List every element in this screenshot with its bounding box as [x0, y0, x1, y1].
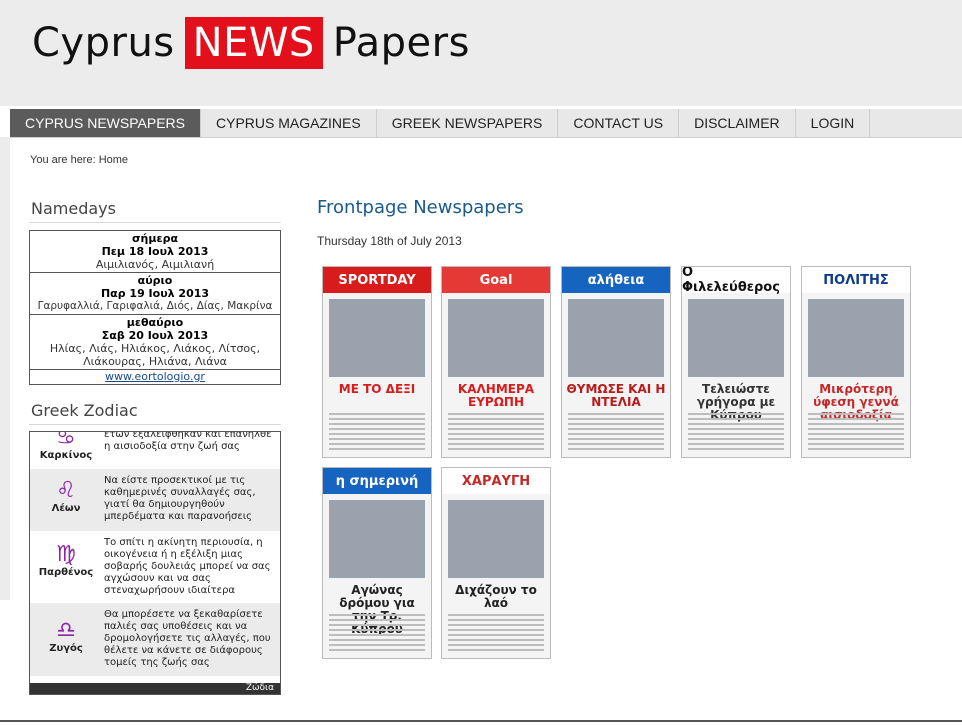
- zodiac-sign-name: Παρθένος: [38, 567, 94, 578]
- nameday-names: Γαρυφαλλιά, Γαριφαλιά, Διός, Δίας, Μακρί…: [37, 300, 273, 312]
- nameday-day-after: μεθαύριο Σαβ 20 Ιουλ 2013 Ηλίας, Λιάς, Η…: [30, 315, 280, 370]
- nav-cyprus-magazines[interactable]: CYPRUS MAGAZINES: [201, 109, 377, 137]
- leo-icon: ♌: [56, 478, 76, 503]
- newspaper-text-columns: [448, 413, 544, 453]
- zodiac-sign-name: Λέων: [51, 503, 81, 514]
- zodiac-sign-name: Ζυγός: [49, 643, 83, 654]
- zodiac-box: ♋ Καρκίνος ετών εξαλειφθήκαν και επανηλθ…: [29, 431, 281, 695]
- zodiac-sign-name: Καρκίνος: [39, 450, 93, 461]
- newspaper-photo: [448, 500, 544, 578]
- zodiac-footer-label: Ζώδια: [245, 683, 274, 693]
- nav-cyprus-newspapers[interactable]: CYPRUS NEWSPAPERS: [10, 109, 201, 137]
- logo-text-papers: Papers: [332, 20, 470, 66]
- nameday-label: σήμερα: [131, 232, 179, 245]
- nameday-date: Παρ 19 Ιουλ 2013: [100, 287, 210, 300]
- nav-greek-newspapers[interactable]: GREEK NEWSPAPERS: [377, 109, 559, 137]
- footer-rule: [0, 720, 962, 722]
- newspaper-text-columns: [688, 413, 784, 453]
- newspaper-thumbnail[interactable]: ΠΟΛΙΤΗΣΜικρότερη ύφεση γεννά αισιοδοξία: [801, 266, 911, 458]
- zodiac-footer[interactable]: Ζώδια: [30, 683, 280, 694]
- newspaper-text-columns: [568, 413, 664, 453]
- nameday-label: μεθαύριο: [126, 316, 184, 329]
- zodiac-sign: ♋ Καρκίνος: [30, 431, 102, 469]
- nav-contact-us[interactable]: CONTACT US: [558, 109, 680, 137]
- newspaper-photo: [329, 299, 425, 377]
- zodiac-sign: ♎ Ζυγός: [30, 603, 102, 676]
- newspaper-photo: [448, 299, 544, 377]
- newspaper-headline: Διχάζουν το λαό: [455, 583, 537, 610]
- logo-text-cyprus: Cyprus: [32, 20, 175, 66]
- newspaper-photo: [568, 299, 664, 377]
- newspaper-thumbnail[interactable]: Goal ΚΑΛΗΜΕΡΑ ΕΥΡΩΠΗ: [441, 266, 551, 458]
- namedays-box: σήμερα Πεμ 18 Ιουλ 2013 Αιμιλιανός, Αιμι…: [29, 230, 281, 385]
- zodiac-row-virgo[interactable]: ♍ Παρθένος Το σπίτι η ακίνητη περιουσία,…: [30, 531, 280, 603]
- newspaper-masthead: ΠΟΛΙΤΗΣ: [802, 267, 910, 293]
- breadcrumb: You are here: Home: [30, 154, 129, 166]
- newspaper-masthead: αλήθεια: [562, 267, 670, 293]
- newspaper-photo: [808, 299, 904, 377]
- namedays-title: Namedays: [31, 199, 116, 218]
- newspaper-thumbnail[interactable]: SPORTDAY ΜΕ ΤΟ ΔΕΞΙ: [322, 266, 432, 458]
- nameday-names: Αιμιλιανός, Αιμιλιανή: [95, 258, 215, 271]
- cancer-icon: ♋: [56, 431, 76, 450]
- nameday-today: σήμερα Πεμ 18 Ιουλ 2013 Αιμιλιανός, Αιμι…: [30, 231, 280, 273]
- zodiac-row-libra[interactable]: ♎ Ζυγός Θα μπορέσετε να ξεκαθαρίσετε παλ…: [30, 603, 280, 676]
- newspaper-text-columns: [808, 413, 904, 453]
- newspaper-headline: ΘΥΜΩΣΕ ΚΑΙ Η ΝΤΕΛΙΑ: [566, 382, 666, 409]
- site-header: Cyprus NEWS Papers: [0, 0, 962, 106]
- left-edge-strip: [0, 137, 10, 600]
- newspaper-text-columns: [448, 614, 544, 654]
- newspaper-masthead: η σημερινή: [323, 468, 431, 494]
- virgo-icon: ♍: [56, 542, 76, 567]
- namedays-rule: [29, 222, 281, 223]
- nav-disclaimer[interactable]: DISCLAIMER: [679, 109, 796, 137]
- newspaper-masthead: Goal: [442, 267, 550, 293]
- nameday-names: Ηλίας, Λιάς, Ηλιάκος, Λιάκος, Λίτσος, Λι…: [49, 342, 261, 368]
- zodiac-text: Θα μπορέσετε να ξεκαθαρίσετε παλιές σας …: [104, 609, 271, 668]
- newspaper-masthead: ΧΑΡΑΥΓΗ: [442, 468, 550, 494]
- newspaper-text-columns: [329, 413, 425, 453]
- page-date: Thursday 18th of July 2013: [317, 234, 462, 248]
- zodiac-rule: [29, 424, 281, 425]
- newspaper-photo: [329, 500, 425, 578]
- newspaper-thumbnail[interactable]: Ο ΦιλελεύθεροςΤελειώστε γρήγορα με Κύπρο…: [681, 266, 791, 458]
- zodiac-row-cancer[interactable]: ♋ Καρκίνος ετών εξαλειφθήκαν και επανηλθ…: [30, 431, 280, 469]
- page-title: Frontpage Newspapers: [317, 197, 524, 218]
- nameday-date: Πεμ 18 Ιουλ 2013: [101, 245, 209, 258]
- zodiac-title: Greek Zodiac: [31, 401, 138, 420]
- nav-login[interactable]: LOGIN: [796, 109, 871, 137]
- zodiac-text: Το σπίτι η ακίνητη περιουσία, η οικογένε…: [104, 537, 271, 596]
- zodiac-text: ετών εξαλειφθήκαν και επανηλθε η αισιοδο…: [104, 431, 272, 452]
- zodiac-sign: ♍ Παρθένος: [30, 531, 102, 603]
- logo-text-news: NEWS: [184, 17, 323, 69]
- newspaper-headline: ΚΑΛΗΜΕΡΑ ΕΥΡΩΠΗ: [457, 382, 535, 409]
- eortologio-link[interactable]: www.eortologio.gr: [30, 370, 280, 384]
- newspaper-masthead: SPORTDAY: [323, 267, 431, 293]
- newspaper-thumbnail[interactable]: ΧΑΡΑΥΓΗ Διχάζουν το λαό: [441, 467, 551, 659]
- newspaper-headline: ΜΕ ΤΟ ΔΕΞΙ: [338, 382, 416, 396]
- newspaper-text-columns: [329, 614, 425, 654]
- libra-icon: ♎: [56, 618, 76, 643]
- site-logo[interactable]: Cyprus NEWS Papers: [32, 17, 470, 69]
- newspaper-photo: [688, 299, 784, 377]
- nameday-tomorrow: αύριο Παρ 19 Ιουλ 2013 Γαρυφαλλιά, Γαριφ…: [30, 273, 280, 315]
- nameday-date: Σαβ 20 Ιουλ 2013: [101, 329, 209, 342]
- main-nav: CYPRUS NEWSPAPERS CYPRUS MAGAZINES GREEK…: [10, 109, 962, 138]
- zodiac-sign: ♌ Λέων: [30, 469, 102, 531]
- newspaper-thumbnail[interactable]: αλήθεια ΘΥΜΩΣΕ ΚΑΙ Η ΝΤΕΛΙΑ: [561, 266, 671, 458]
- zodiac-row-leo[interactable]: ♌ Λέων Να είστε προσεκτικοί με τις καθημ…: [30, 469, 280, 531]
- zodiac-text: Να είστε προσεκτικοί με τις καθημερινές …: [104, 475, 256, 522]
- nameday-label: αύριο: [137, 274, 173, 287]
- newspaper-masthead: Ο Φιλελεύθερος: [682, 267, 790, 295]
- newspaper-thumbnail[interactable]: η σημερινήΑγώνας δρόμου για την Τρ. Κύπρ…: [322, 467, 432, 659]
